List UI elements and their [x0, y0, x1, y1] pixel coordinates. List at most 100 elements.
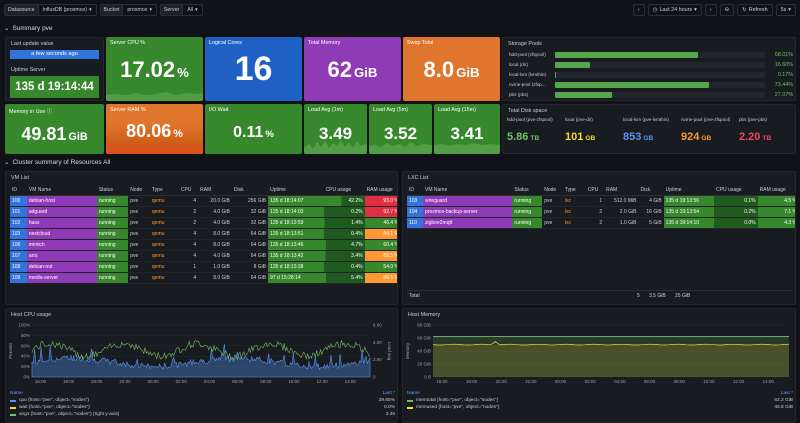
panel-load-1m[interactable]: Load Avg (1m) 3.49: [304, 104, 367, 154]
cell-cpu: 2: [178, 217, 199, 229]
panel-io-wait[interactable]: I/O Wait 0.11%: [205, 104, 302, 154]
time-range-picker[interactable]: ◷ Last 24 hours ▾: [647, 4, 702, 16]
chevron-down-icon: ▾: [694, 7, 697, 13]
datasource-variable[interactable]: Datasource InfluxDB (proxmox) ▾: [4, 4, 97, 16]
cell-cpu-usage: 1.4%: [323, 217, 365, 229]
time-forward-button[interactable]: ›: [704, 4, 717, 16]
row-summary-toggle[interactable]: ⌄ Summary pve: [4, 24, 53, 33]
panel-host-memory[interactable]: Host Memory 80 GiB 60 GiB 40 GiB 20 GiB 0 B 1…: [402, 308, 796, 423]
table-row[interactable]: 106 immich running pve qemu 4 8.0 GiB 64 GiB 135…: [10, 239, 397, 251]
table-row[interactable]: 104 proxmox-backup-server running pve lxc 2 2.…: [407, 206, 795, 218]
column-header[interactable]: VM Name: [423, 185, 513, 196]
chevron-down-icon: ⌄: [4, 25, 10, 32]
column-header[interactable]: RAM: [198, 185, 232, 196]
refresh-interval-picker[interactable]: 5s ▾: [775, 4, 796, 16]
table-row[interactable]: 100 debian-host running pve qemu 4 20.0 GiB 256…: [10, 195, 397, 207]
disk-name: local-lvm (pve-lvmthin): [623, 117, 669, 122]
table-row[interactable]: 109 media-server running pve qemu 4 8.0 GiB 64 …: [10, 272, 397, 284]
legend-item[interactable]: avg1 {host="pve", object="nodes"} (right…: [10, 412, 395, 417]
table-row[interactable]: 101 adguard running pve qemu 2 4.0 GiB 32 GiB 13…: [10, 206, 397, 218]
column-header[interactable]: Status: [512, 185, 543, 196]
panel-load-15m[interactable]: Load Avg (15m) 3.41: [434, 104, 500, 154]
cell-node: pve: [542, 195, 563, 207]
column-header[interactable]: Disk: [231, 185, 269, 196]
zoom-out-button[interactable]: ⊖: [719, 4, 735, 16]
column-header[interactable]: Status: [96, 185, 129, 196]
column-header[interactable]: RAM usage: [364, 185, 397, 196]
cell-type: qemu: [149, 261, 179, 273]
top-toolbar: Datasource InfluxDB (proxmox) ▾ Bucket pr…: [0, 0, 800, 20]
y-tick-label: 40%: [21, 354, 30, 359]
legend-swatch: [407, 406, 413, 409]
datasource-label: Datasource: [5, 5, 39, 15]
column-header[interactable]: CPU usage: [323, 185, 365, 196]
refresh-button[interactable]: ↻ Refresh: [737, 4, 773, 16]
bucket-value: proxmox: [127, 7, 148, 13]
column-header[interactable]: ID: [10, 185, 27, 196]
column-header[interactable]: CPU: [178, 185, 199, 196]
panel-memory-in-use[interactable]: Memory in Use ⓘ 49.81 GiB: [5, 104, 104, 154]
column-header[interactable]: Node: [542, 185, 563, 196]
legend-item[interactable]: memused {host="pve", object="nodes"} 49.8…: [407, 405, 793, 410]
column-header[interactable]: Type: [562, 185, 586, 196]
memory-in-use-number: 49.81: [21, 124, 67, 144]
column-header[interactable]: Uptime: [663, 185, 715, 196]
y-tick-label: 80 GiB: [417, 323, 431, 328]
legend-item[interactable]: cpu {host="pve", object="nodes"} 29.65%: [10, 398, 395, 403]
column-header[interactable]: Type: [149, 185, 179, 196]
chevron-down-icon: ▾: [88, 7, 92, 13]
legend-value: 0.0%: [384, 405, 395, 410]
cell-cpu: 4: [178, 272, 199, 284]
table-row[interactable]: 110 zigbee2mqtt running pve lxc 2 1.0 GiB 5 GiB…: [407, 217, 795, 229]
panel-vm-list[interactable]: VM List ID VM Name Status Node Type CPU RAM Dis…: [5, 171, 398, 305]
legend-item[interactable]: wait {host="pve", object="nodes"} 0.0%: [10, 405, 395, 410]
uptime-value: 135 d 19:14:44: [10, 76, 99, 98]
column-header[interactable]: VM Name: [26, 185, 97, 196]
cell-type: qemu: [149, 195, 179, 207]
column-header[interactable]: ID: [407, 185, 424, 196]
panel-total-disk[interactable]: Total Disk space hdd-pool (pve-zfspool) 5…: [502, 104, 796, 154]
panel-logical-cores[interactable]: Logical Cores 16: [205, 37, 302, 101]
cell-node: pve: [128, 195, 150, 207]
bucket-variable[interactable]: Bucket proxmox ▾: [99, 4, 157, 16]
column-header[interactable]: Uptime: [268, 185, 324, 196]
column-header[interactable]: CPU usage: [714, 185, 758, 196]
row-cluster-toggle[interactable]: ⌄ Cluster summary of Resources All: [4, 158, 110, 167]
panel-lxc-list[interactable]: LXC List ID VM Name Status Node Type CPU RAM Di…: [402, 171, 796, 305]
storage-pool-fill: [555, 61, 590, 68]
column-header[interactable]: Disk: [638, 185, 664, 196]
column-header[interactable]: CPU: [585, 185, 605, 196]
table-row[interactable]: 102 hass running pve qemu 2 4.0 GiB 32 GiB 135 d…: [10, 217, 397, 229]
panel-swap-total[interactable]: Swap Total 8.0 GiB: [403, 37, 500, 101]
server-variable[interactable]: Server All ▾: [159, 4, 203, 16]
table-row[interactable]: 107 arrs running pve qemu 4 4.0 GiB 64 GiB 135 d…: [10, 250, 397, 262]
panel-title: VM List: [11, 175, 29, 181]
y-tick-label: 0 B: [424, 375, 431, 380]
y-tick-label: 0%: [23, 375, 30, 380]
panel-title: Storage Pools: [508, 41, 542, 47]
lxc-total-cpu: 5: [637, 292, 640, 299]
cell-ram: 4.0 GiB: [198, 206, 232, 218]
panel-load-5m[interactable]: Load Avg (5m) 3.52: [369, 104, 432, 154]
disk-name: hdd-pool (pve-zfspool): [507, 117, 553, 122]
panel-server-ram[interactable]: Server RAM % 80.06%: [106, 104, 203, 154]
table-row[interactable]: 103 wireguard running pve lxc 1 512.0 MiB 4 GiB…: [407, 195, 795, 207]
cell-id: 106: [10, 239, 27, 251]
panel-title: LXC List: [408, 175, 429, 181]
time-back-button[interactable]: ‹: [632, 4, 645, 16]
panel-storage-pools[interactable]: Storage Pools hdd-pool (zfspool) 68.01% lo…: [502, 37, 796, 101]
column-header[interactable]: RAM usage: [757, 185, 795, 196]
panel-host-cpu[interactable]: Host CPU usage 100% 80% 60% 40% 20% 0% 6.00 4.0…: [5, 308, 398, 423]
panel-last-update[interactable]: Last update value a few seconds ago Upti…: [5, 37, 104, 101]
panel-total-memory[interactable]: Total Memory 62 GiB: [304, 37, 401, 101]
cell-id: 100: [10, 195, 27, 207]
legend-item[interactable]: memtotal {host="pve", object="nodes"} 62.…: [407, 398, 793, 403]
panel-server-cpu[interactable]: Server CPU % 17.02%: [106, 37, 203, 101]
cell-cpu: 4: [178, 239, 199, 251]
table-row[interactable]: 108 debian-nut running pve qemu 1 1.0 GiB 8 GiB…: [10, 261, 397, 273]
column-header[interactable]: RAM: [604, 185, 639, 196]
column-header[interactable]: Node: [128, 185, 150, 196]
table-row[interactable]: 103 nextcloud running pve qemu 4 8.0 GiB 64 GiB…: [10, 228, 397, 240]
panel-title: Host Memory: [408, 312, 441, 318]
panel-title: Logical Cores: [209, 40, 242, 46]
